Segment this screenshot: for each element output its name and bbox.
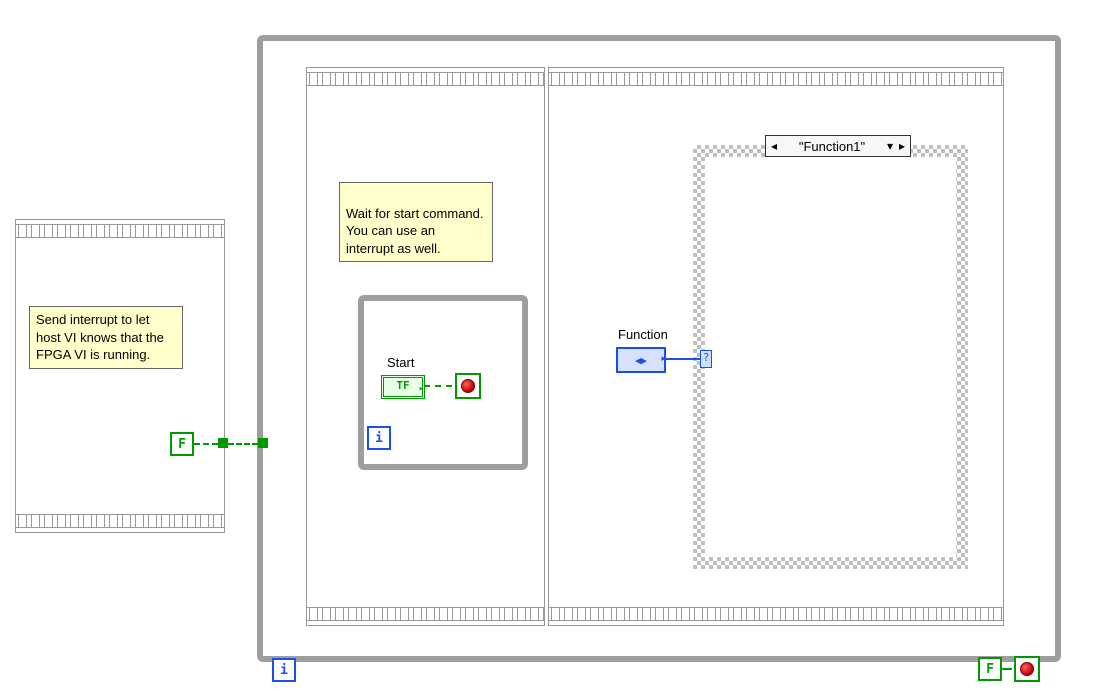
tunnel-outer-while — [258, 438, 268, 448]
function-label: Function — [618, 327, 668, 342]
inner-iteration-terminal[interactable]: i — [367, 426, 391, 450]
start-control[interactable]: TF ▸ — [381, 375, 425, 399]
wire-between-frames — [228, 443, 258, 445]
note-interrupt-text: Send interrupt to let host VI knows that… — [36, 312, 164, 362]
function-control[interactable]: ◂▸ ▸ — [616, 347, 666, 373]
wire-function-to-case — [666, 358, 701, 360]
case-prev[interactable]: ◂ — [768, 139, 780, 153]
note-wait-text: Wait for start command. You can use an i… — [346, 206, 484, 256]
wire-left-to-tunnel1 — [194, 443, 218, 445]
case-current-label: "Function1" — [780, 139, 884, 154]
case-next[interactable]: ▸ — [896, 139, 908, 153]
tf-text: TF — [396, 379, 409, 392]
enum-arrows: ◂▸ — [635, 354, 646, 367]
inner-stop-button[interactable] — [455, 373, 481, 399]
tunnel-left-seq — [218, 438, 228, 448]
outer-iteration-terminal[interactable]: i — [272, 658, 296, 682]
left-f-terminal[interactable]: F — [170, 432, 194, 456]
diagram-canvas: i F Send interrupt to let host VI knows … — [0, 0, 1096, 693]
outer-stop-button[interactable] — [1014, 656, 1040, 682]
case-structure — [693, 145, 968, 569]
wire-outer-stop — [1002, 668, 1012, 670]
wire-start-to-stop — [424, 385, 452, 387]
note-interrupt: Send interrupt to let host VI knows that… — [29, 306, 183, 369]
start-label: Start — [387, 355, 414, 370]
case-dropdown[interactable]: ▾ — [884, 139, 896, 153]
case-inner — [705, 157, 956, 557]
case-selector[interactable]: ◂ "Function1" ▾ ▸ — [765, 135, 911, 157]
case-selector-terminal[interactable]: ? — [700, 350, 712, 368]
note-wait: Wait for start command. You can use an i… — [339, 182, 493, 262]
outer-f-terminal[interactable]: F — [978, 657, 1002, 681]
left-sequence-frame — [15, 219, 225, 533]
